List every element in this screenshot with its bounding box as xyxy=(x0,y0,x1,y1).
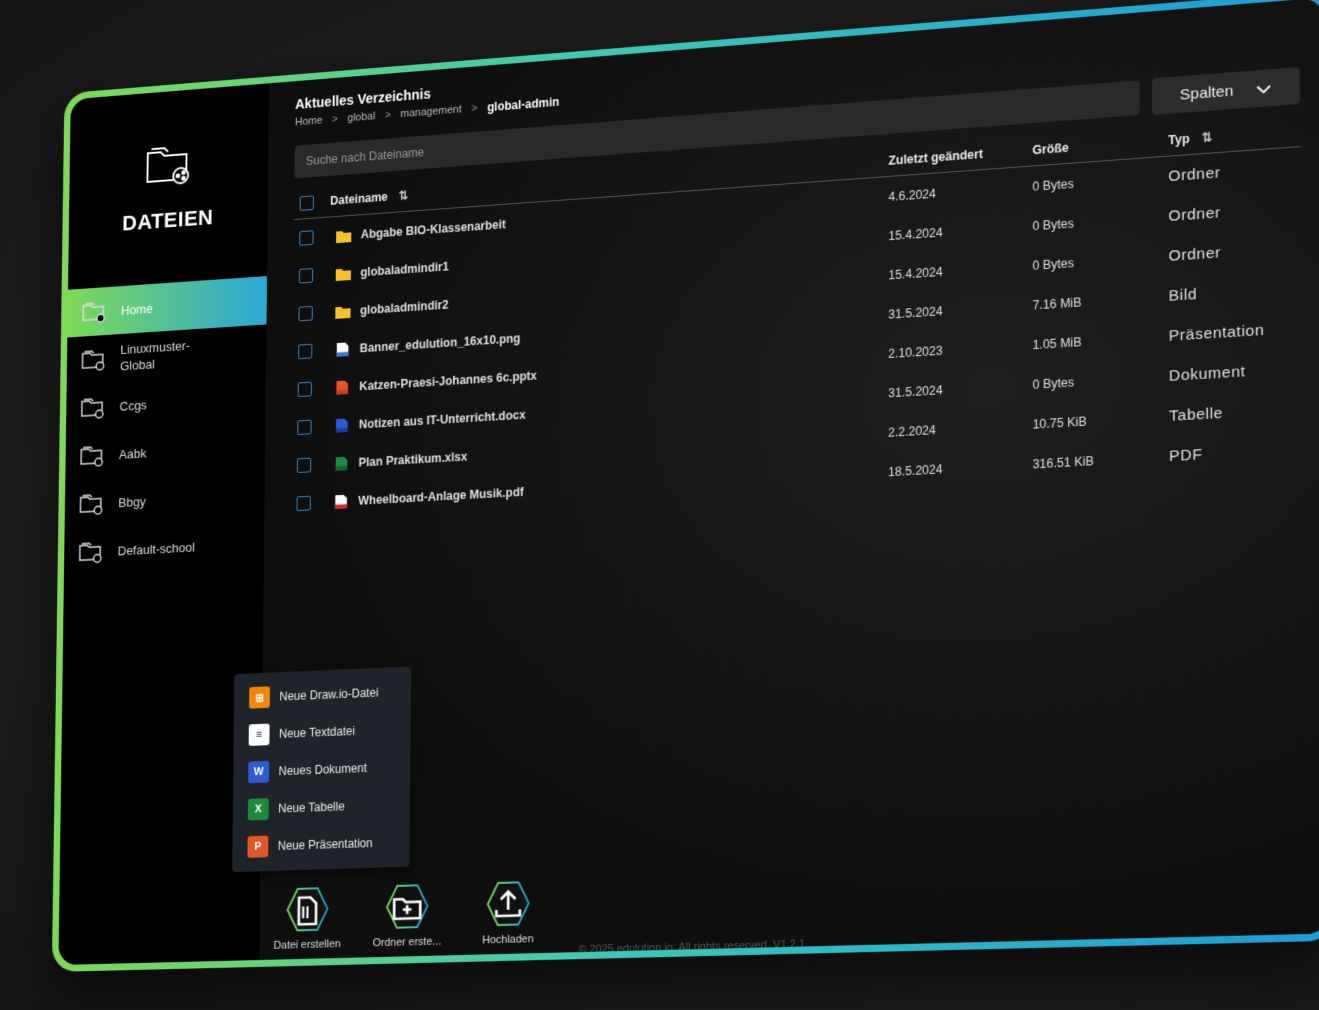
sidebar-item-label: Bbgy xyxy=(118,493,146,510)
text-file-icon: ≡ xyxy=(248,723,270,746)
file-name[interactable]: Banner_edulution_16x10.png xyxy=(360,331,521,355)
breadcrumb-global[interactable]: global xyxy=(347,110,375,124)
sidebar-nav: Home Linuxmuster- Global Ccgs Aabk Bbgy Defau… xyxy=(64,276,268,578)
row-checkbox[interactable] xyxy=(297,381,312,398)
sidebar-item[interactable]: Default-school xyxy=(64,519,264,578)
row-checkbox[interactable] xyxy=(296,457,312,474)
folder-share-icon xyxy=(143,140,194,193)
file-table: Dateiname ⇅ Zuletzt geändert Größe Typ ⇅… xyxy=(291,114,1302,523)
folder-share-icon xyxy=(79,394,107,421)
folder-create-icon xyxy=(380,882,434,931)
cell-size: 316.51 KiB xyxy=(1032,453,1094,472)
row-checkbox[interactable] xyxy=(298,306,313,322)
row-checkbox[interactable] xyxy=(296,495,311,512)
app-title: DATEIEN xyxy=(122,204,214,235)
file-name[interactable]: globaladmindir1 xyxy=(360,259,449,279)
action-button[interactable]: Ordner erste... xyxy=(368,882,446,950)
cell-type: PDF xyxy=(1169,446,1203,466)
file-name[interactable]: globaladmindir2 xyxy=(360,298,449,318)
create-menu-item-label: Neue Präsentation xyxy=(277,836,373,853)
action-button[interactable]: Hochladen xyxy=(469,879,548,947)
sort-icon[interactable]: ⇅ xyxy=(398,188,408,202)
file-name[interactable]: Plan Praktikum.xlsx xyxy=(359,450,468,470)
word-icon: W xyxy=(248,760,270,784)
header-type-label: Typ xyxy=(1168,131,1190,148)
breadcrumb-current: global-admin xyxy=(487,94,560,115)
create-menu-item[interactable]: W Neues Dokument xyxy=(233,748,410,792)
row-checkbox[interactable] xyxy=(299,230,314,247)
row-checkbox[interactable] xyxy=(298,344,313,360)
sidebar-item-label: Ccgs xyxy=(119,397,148,414)
breadcrumb-home[interactable]: Home xyxy=(295,115,323,129)
create-menu-item-label: Neue Textdatei xyxy=(278,724,355,741)
file-name[interactable]: Wheelboard-Anlage Musik.pdf xyxy=(358,485,524,508)
action-label: Hochladen xyxy=(482,933,534,947)
file-name[interactable]: Notizen aus IT-Unterricht.docx xyxy=(359,408,526,432)
device-frame: DATEIEN Home Linuxmuster- Global Ccgs Aabk B… xyxy=(51,0,1319,972)
folder-icon xyxy=(335,266,351,281)
file-create-icon xyxy=(281,885,335,934)
app-logo: DATEIEN xyxy=(68,83,269,289)
image-file-icon xyxy=(335,342,350,357)
sidebar-item-label: Default-school xyxy=(117,539,195,558)
folder-share-icon xyxy=(77,539,105,565)
file-name[interactable]: Abgabe BIO-Klassenarbeit xyxy=(361,217,506,241)
pdf-file-icon xyxy=(333,494,348,509)
footer-copyright: © 2025 edulution.io. All rights reserved… xyxy=(578,938,806,957)
create-menu-item-label: Neues Dokument xyxy=(278,761,367,779)
create-file-menu: ⊞ Neue Draw.io-Datei ≡ Neue Textdatei W Neues… xyxy=(232,666,412,873)
create-menu-item[interactable]: X Neue Tabelle xyxy=(233,785,411,829)
app-screen: DATEIEN Home Linuxmuster- Global Ccgs Aabk B… xyxy=(58,0,1319,965)
folder-share-icon xyxy=(78,491,106,518)
breadcrumb-separator: > xyxy=(384,109,391,122)
create-menu-item-label: Neue Draw.io-Datei xyxy=(279,685,379,704)
row-checkbox[interactable] xyxy=(298,268,314,284)
row-checkbox[interactable] xyxy=(297,419,312,436)
breadcrumb-separator: > xyxy=(331,113,339,126)
file-name[interactable]: Katzen-Praesi-Johannes 6c.pptx xyxy=(359,369,537,394)
action-bar: Datei erstellen Ordner erste... Hochladen xyxy=(269,879,547,952)
sort-icon[interactable]: ⇅ xyxy=(1202,130,1213,145)
main-content: Aktuelles Verzeichnis Home > global > ma… xyxy=(232,0,1319,961)
create-menu-item-label: Neue Tabelle xyxy=(278,799,345,816)
stage: DATEIEN Home Linuxmuster- Global Ccgs Aabk B… xyxy=(0,0,1319,1010)
create-menu-item[interactable]: P Neue Präsentation xyxy=(232,823,410,866)
cell-modified: 18.5.2024 xyxy=(888,461,943,480)
select-all-checkbox[interactable] xyxy=(299,195,314,212)
columns-button[interactable]: Spalten xyxy=(1151,67,1300,116)
header-name-label: Dateiname xyxy=(330,189,388,208)
sidebar-item-label: Home xyxy=(120,300,153,318)
sidebar-item-label: Aabk xyxy=(118,445,147,462)
excel-icon: X xyxy=(247,798,269,821)
action-label: Datei erstellen xyxy=(273,938,341,952)
sidebar-item-label: Linuxmuster- Global xyxy=(120,338,190,374)
powerpoint-file-icon xyxy=(335,380,350,395)
action-button[interactable]: Datei erstellen xyxy=(269,884,346,952)
folder-share-icon xyxy=(78,442,106,469)
folder-share-icon xyxy=(80,346,108,373)
drawio-icon: ⊞ xyxy=(249,686,271,709)
excel-file-icon xyxy=(334,456,349,471)
breadcrumb-separator: > xyxy=(471,102,478,115)
word-file-icon xyxy=(334,418,349,433)
action-label: Ordner erste... xyxy=(372,935,442,950)
columns-button-label: Spalten xyxy=(1179,81,1234,104)
folder-icon xyxy=(335,304,351,319)
folder-share-icon xyxy=(80,298,108,325)
upload-icon xyxy=(481,879,536,929)
folder-icon xyxy=(336,228,352,243)
chevron-down-icon xyxy=(1257,79,1272,98)
powerpoint-icon: P xyxy=(247,835,269,858)
breadcrumb-management[interactable]: management xyxy=(400,104,461,120)
